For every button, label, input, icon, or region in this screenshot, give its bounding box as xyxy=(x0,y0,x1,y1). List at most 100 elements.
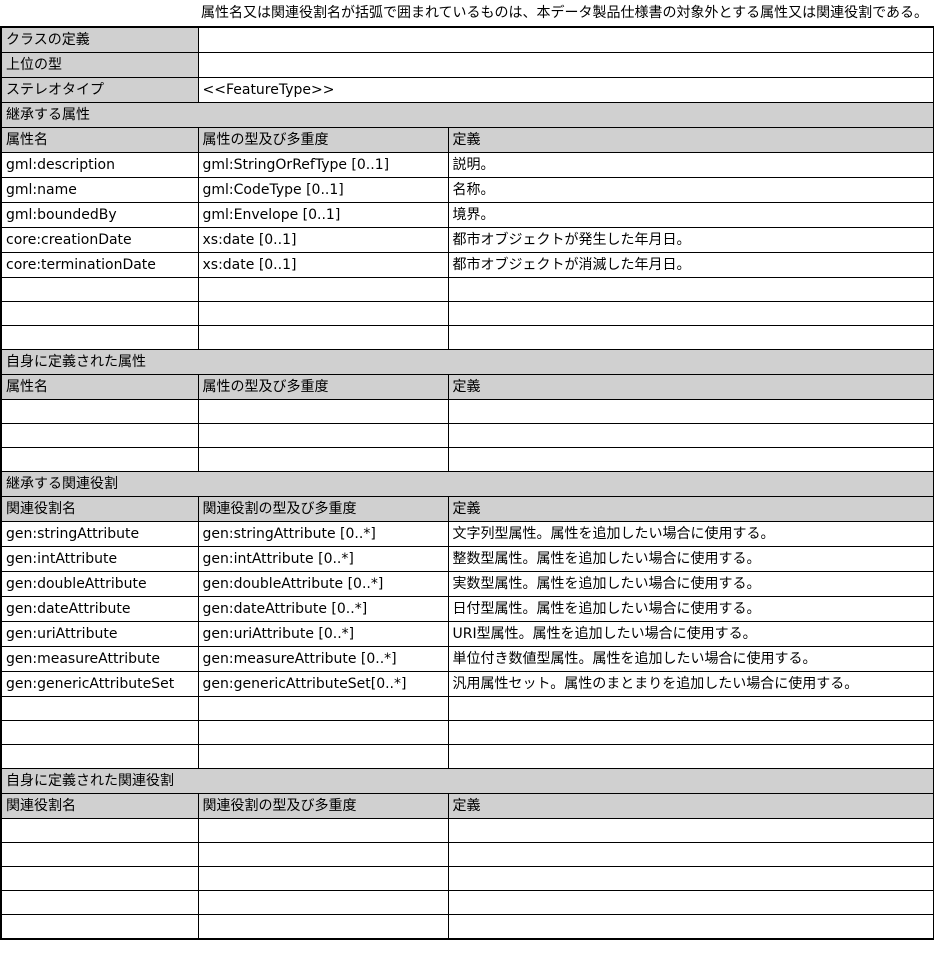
own-roles-section: 自身に定義された関連役割 関連役割名 関連役割の型及び多重度 定義 xyxy=(0,768,934,939)
table-row: gml:description gml:StringOrRefType [0..1… xyxy=(0,152,934,178)
table-row xyxy=(0,301,934,326)
table-row: gen:genericAttributeSet gen:genericAttrib… xyxy=(0,671,934,697)
table-cell xyxy=(447,914,934,939)
table-row: gen:doubleAttribute gen:doubleAttribute [… xyxy=(0,571,934,597)
table-row: gen:intAttribute gen:intAttribute [0..*] 整… xyxy=(0,546,934,572)
table-cell: 都市オブジェクトが消滅した年月日。 xyxy=(447,252,934,278)
table-cell: 整数型属性。属性を追加したい場合に使用する。 xyxy=(447,546,934,572)
table-cell: gen:genericAttributeSet xyxy=(0,671,199,697)
table-cell xyxy=(0,423,199,448)
table-cell xyxy=(447,325,934,350)
table-cell xyxy=(197,842,449,867)
table-cell: gen:uriAttribute [0..*] xyxy=(197,621,449,647)
table-cell: 日付型属性。属性を追加したい場合に使用する。 xyxy=(447,596,934,622)
column-header: 定義 xyxy=(447,793,934,819)
stereotype-row: ステレオタイプ <<FeatureType>> xyxy=(0,77,934,103)
supertype-row: 上位の型 xyxy=(0,52,934,78)
table-cell xyxy=(197,325,449,350)
table-row: gen:measureAttribute gen:measureAttribute… xyxy=(0,646,934,672)
table-cell: gen:intAttribute xyxy=(0,546,199,572)
table-row xyxy=(0,890,934,915)
table-cell xyxy=(447,399,934,424)
column-header: 関連役割名 xyxy=(0,793,199,819)
inherited-attributes-section: 継承する属性 属性名 属性の型及び多重度 定義 gml:description gml:S… xyxy=(0,102,934,350)
table-cell xyxy=(197,399,449,424)
table-cell xyxy=(197,423,449,448)
table-cell: gen:intAttribute [0..*] xyxy=(197,546,449,572)
section-title-row: 継承する関連役割 xyxy=(0,471,934,497)
class-definition-value xyxy=(197,26,934,53)
table-cell: gen:doubleAttribute [0..*] xyxy=(197,571,449,597)
table-cell xyxy=(447,744,934,769)
stereotype-value: <<FeatureType>> xyxy=(197,77,934,103)
table-cell xyxy=(0,914,199,939)
table-row xyxy=(0,277,934,302)
table-cell: gen:doubleAttribute xyxy=(0,571,199,597)
table-cell: gen:dateAttribute xyxy=(0,596,199,622)
table-cell xyxy=(447,866,934,891)
table-cell xyxy=(197,866,449,891)
column-header: 定義 xyxy=(447,127,934,153)
table-row xyxy=(0,696,934,721)
table-cell xyxy=(447,720,934,745)
column-header: 関連役割の型及び多重度 xyxy=(197,793,449,819)
table-row xyxy=(0,447,934,472)
section-title-row: 継承する属性 xyxy=(0,102,934,128)
column-header: 属性の型及び多重度 xyxy=(197,374,449,400)
table-row: gen:stringAttribute gen:stringAttribute [… xyxy=(0,521,934,547)
table-cell xyxy=(447,277,934,302)
table-cell xyxy=(0,696,199,721)
table-cell xyxy=(0,866,199,891)
table-cell: gml:boundedBy xyxy=(0,202,199,228)
table-row: core:terminationDate xs:date [0..1] 都市オブジェ… xyxy=(0,252,934,278)
table-cell: gen:measureAttribute xyxy=(0,646,199,672)
section-title: 自身に定義された関連役割 xyxy=(0,768,934,794)
class-spec-table: クラスの定義 上位の型 ステレオタイプ <<FeatureType>> 継承する… xyxy=(0,26,934,940)
table-row xyxy=(0,423,934,448)
table-cell xyxy=(0,744,199,769)
table-cell: gml:StringOrRefType [0..1] xyxy=(197,152,449,178)
table-cell xyxy=(447,301,934,326)
table-cell xyxy=(447,423,934,448)
table-cell xyxy=(0,399,199,424)
table-row: gen:dateAttribute gen:dateAttribute [0..*… xyxy=(0,596,934,622)
table-cell xyxy=(197,890,449,915)
table-row: gen:uriAttribute gen:uriAttribute [0..*] U… xyxy=(0,621,934,647)
table-cell: gen:stringAttribute [0..*] xyxy=(197,521,449,547)
column-header-row: 属性名 属性の型及び多重度 定義 xyxy=(0,127,934,153)
table-cell: gen:uriAttribute xyxy=(0,621,199,647)
table-row: gml:name gml:CodeType [0..1] 名称。 xyxy=(0,177,934,203)
section-title-row: 自身に定義された属性 xyxy=(0,349,934,375)
table-cell: 境界。 xyxy=(447,202,934,228)
section-title: 継承する属性 xyxy=(0,102,934,128)
table-cell: 実数型属性。属性を追加したい場合に使用する。 xyxy=(447,571,934,597)
table-cell: 都市オブジェクトが発生した年月日。 xyxy=(447,227,934,253)
table-row xyxy=(0,399,934,424)
table-cell xyxy=(0,447,199,472)
table-cell: core:creationDate xyxy=(0,227,199,253)
table-cell: gen:genericAttributeSet[0..*] xyxy=(197,671,449,697)
table-cell: gen:dateAttribute [0..*] xyxy=(197,596,449,622)
table-row xyxy=(0,818,934,843)
column-header-row: 属性名 属性の型及び多重度 定義 xyxy=(0,374,934,400)
supertype-value xyxy=(197,52,934,78)
column-header-row: 関連役割名 関連役割の型及び多重度 定義 xyxy=(0,496,934,522)
class-definition-row: クラスの定義 xyxy=(0,26,934,53)
table-cell: gml:name xyxy=(0,177,199,203)
table-cell: xs:date [0..1] xyxy=(197,227,449,253)
table-row xyxy=(0,914,934,939)
table-cell: 説明。 xyxy=(447,152,934,178)
table-cell xyxy=(197,447,449,472)
table-cell xyxy=(0,842,199,867)
table-row xyxy=(0,744,934,769)
section-title: 自身に定義された属性 xyxy=(0,349,934,375)
table-row: gml:boundedBy gml:Envelope [0..1] 境界。 xyxy=(0,202,934,228)
table-cell: 文字列型属性。属性を追加したい場合に使用する。 xyxy=(447,521,934,547)
column-header-row: 関連役割名 関連役割の型及び多重度 定義 xyxy=(0,793,934,819)
table-row xyxy=(0,720,934,745)
table-cell xyxy=(0,818,199,843)
column-header: 定義 xyxy=(447,496,934,522)
table-cell xyxy=(447,696,934,721)
table-cell xyxy=(447,818,934,843)
column-header: 関連役割の型及び多重度 xyxy=(197,496,449,522)
